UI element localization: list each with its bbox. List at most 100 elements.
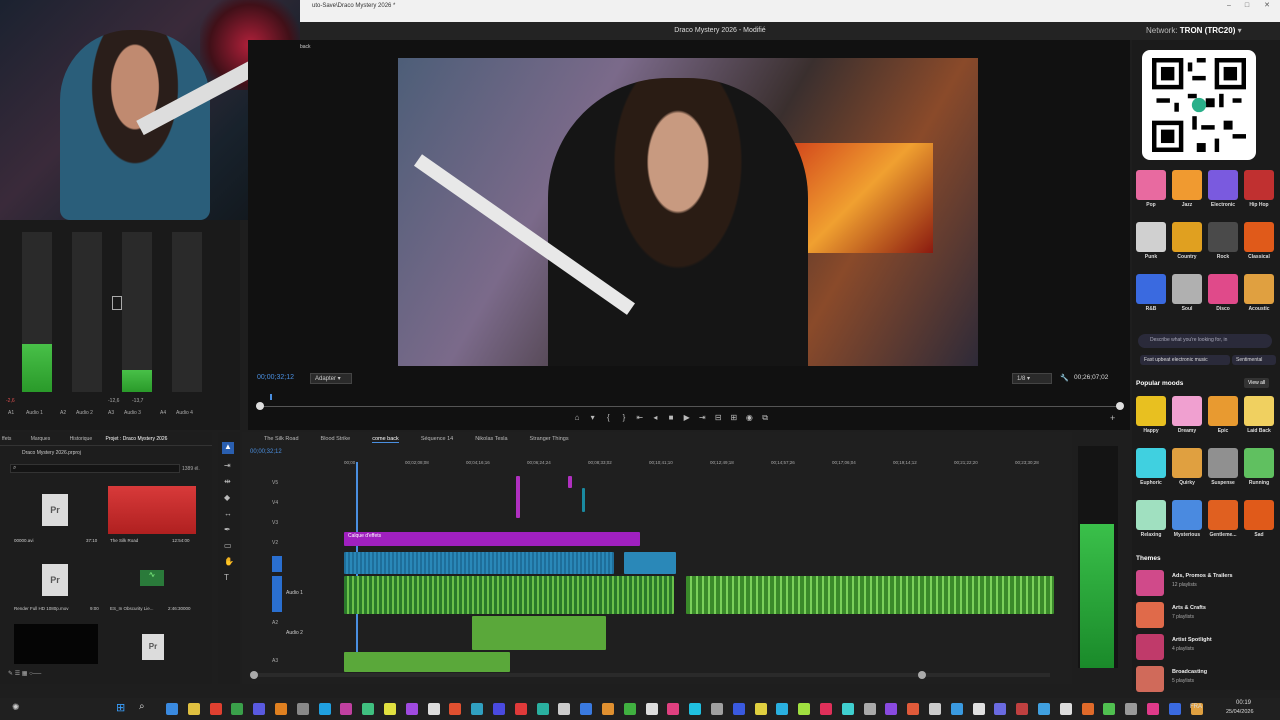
- theme-row[interactable]: Ads, Promos & Trailers 12 playlists: [1136, 568, 1276, 598]
- track-label[interactable]: V3: [272, 520, 278, 526]
- taskbar-app-icon[interactable]: [732, 703, 745, 715]
- genre-tile[interactable]: Pop: [1134, 170, 1168, 208]
- genre-tile[interactable]: Soul: [1170, 274, 1204, 312]
- taskbar-app-icon[interactable]: [754, 703, 767, 715]
- minimize-icon[interactable]: –: [1220, 0, 1238, 12]
- text-icon[interactable]: T: [224, 570, 234, 586]
- genre-tile[interactable]: Hip Hop: [1242, 170, 1276, 208]
- genre-tile[interactable]: Disco: [1206, 274, 1240, 312]
- maximize-icon[interactable]: □: [1238, 0, 1256, 12]
- sequence-tab[interactable]: come back: [372, 436, 399, 443]
- video-clip-v1[interactable]: [344, 552, 614, 574]
- taskbar-app-icon[interactable]: [514, 703, 527, 715]
- sequence-tab[interactable]: Blood Strike: [321, 436, 351, 442]
- taskbar-app-icon[interactable]: [602, 703, 614, 715]
- mood-search-input[interactable]: Describe what you're looking for, in: [1138, 334, 1272, 348]
- taskbar-app-icon[interactable]: [994, 703, 1007, 715]
- scrub-end-handle[interactable]: [1116, 402, 1124, 410]
- taskbar-app-icon[interactable]: [253, 703, 266, 715]
- thumbnail-silk-road[interactable]: [108, 486, 196, 534]
- taskbar-app-icon[interactable]: [187, 703, 200, 715]
- taskbar-app-icon[interactable]: [1103, 703, 1116, 715]
- slip-icon[interactable]: ↔: [224, 506, 234, 522]
- track-label[interactable]: V2: [272, 540, 278, 546]
- taskbar-app-icon[interactable]: [275, 703, 287, 715]
- taskbar-app-icon[interactable]: [711, 703, 723, 715]
- track-label[interactable]: V5: [272, 480, 278, 486]
- magenta-clip-2[interactable]: [568, 476, 572, 488]
- taskbar-app-icon[interactable]: [1168, 703, 1181, 715]
- taskbar-app-icon[interactable]: [558, 703, 571, 715]
- thumbnail-black[interactable]: [14, 624, 98, 664]
- network-selector[interactable]: Network: TRON (TRC20) ▾: [1140, 22, 1280, 40]
- audio-clip-a2[interactable]: [472, 616, 606, 650]
- pencil-icon[interactable]: ✎: [8, 671, 13, 677]
- taskbar-app-icon[interactable]: [493, 703, 505, 715]
- audio-clip-a3[interactable]: [344, 652, 510, 672]
- taskbar-app-icon[interactable]: [885, 703, 898, 715]
- popular-mood-tile[interactable]: Sad: [1242, 500, 1276, 538]
- genre-tile[interactable]: R&B: [1134, 274, 1168, 312]
- taskbar-app-icon[interactable]: [166, 703, 178, 715]
- file-icon[interactable]: Pr: [42, 494, 68, 526]
- genre-tile[interactable]: Acoustic: [1242, 274, 1276, 312]
- taskbar-app-icon[interactable]: [623, 703, 636, 715]
- mark-in-icon[interactable]: ▾: [586, 413, 600, 422]
- clock-time[interactable]: 00:19: [1236, 700, 1251, 706]
- monitor-timecode[interactable]: 00;00;32;12: [257, 374, 294, 381]
- tab-history[interactable]: Historique: [70, 436, 93, 442]
- taskbar-app-icon[interactable]: [340, 703, 353, 715]
- close-icon[interactable]: ✕: [1258, 0, 1276, 12]
- widgets-icon[interactable]: ✺: [12, 702, 20, 713]
- file-icon[interactable]: Pr: [142, 634, 164, 660]
- taskbar-app-icon[interactable]: [1059, 703, 1072, 715]
- taskbar-app-icon[interactable]: [689, 703, 702, 715]
- popular-mood-tile[interactable]: Dreamy: [1170, 396, 1204, 434]
- search-icon[interactable]: ⌕: [139, 701, 145, 712]
- popular-mood-tile[interactable]: Mysterious: [1170, 500, 1204, 538]
- taskbar-app-icon[interactable]: [580, 703, 593, 715]
- track-row[interactable]: V3: [242, 516, 1058, 532]
- taskbar-app-icon[interactable]: [1147, 703, 1159, 715]
- popular-mood-tile[interactable]: Euphoric: [1134, 448, 1168, 486]
- track-target[interactable]: [272, 576, 282, 612]
- popular-mood-tile[interactable]: Suspense: [1206, 448, 1240, 486]
- theme-row[interactable]: Arts & Crafts 7 playlists: [1136, 600, 1276, 630]
- fader-handle[interactable]: [112, 296, 122, 310]
- marker-icon[interactable]: ⌂: [570, 413, 584, 422]
- list-view-icon[interactable]: ☰: [15, 671, 20, 677]
- track-label[interactable]: A3: [272, 658, 278, 664]
- quality-dropdown[interactable]: 1/8 ▾: [1012, 373, 1052, 384]
- file-icon[interactable]: Pr: [42, 564, 68, 596]
- project-search-input[interactable]: ⌕: [10, 464, 180, 473]
- track-label[interactable]: A2: [272, 620, 278, 626]
- taskbar-app-icon[interactable]: [820, 703, 832, 715]
- timeline-ruler[interactable]: 00;00 00;02;08;08 00;04;16;16 00;06;24;24 00…: [344, 460, 1058, 470]
- genre-tile[interactable]: Jazz: [1170, 170, 1204, 208]
- play-icon[interactable]: ▶: [680, 413, 694, 422]
- taskbar-app-icon[interactable]: [798, 703, 811, 715]
- timeline-scrollbar[interactable]: [250, 671, 1050, 679]
- step-back-icon[interactable]: ◂: [648, 413, 662, 422]
- taskbar-app-icon[interactable]: [667, 703, 680, 715]
- add-button-icon[interactable]: +: [1110, 413, 1115, 423]
- popular-mood-tile[interactable]: Gentleme...: [1206, 500, 1240, 538]
- tab-effects[interactable]: ffets: [2, 436, 11, 442]
- popular-mood-tile[interactable]: Quirky: [1170, 448, 1204, 486]
- taskbar-app-icon[interactable]: [231, 703, 244, 715]
- icon-view-icon[interactable]: ▦: [22, 671, 28, 677]
- monitor-tab[interactable]: back: [300, 44, 311, 50]
- taskbar-app-icon[interactable]: [296, 703, 309, 715]
- fit-dropdown[interactable]: Adapter ▾: [310, 373, 352, 384]
- video-frame[interactable]: [398, 58, 978, 366]
- effects-clip[interactable]: [344, 532, 640, 546]
- sequence-tab[interactable]: The Silk Road: [264, 436, 299, 442]
- track-target[interactable]: [272, 556, 282, 572]
- taskbar-app-icon[interactable]: [950, 703, 963, 715]
- tab-markers[interactable]: Marques: [31, 436, 50, 442]
- taskbar-app-icon[interactable]: [471, 703, 484, 715]
- timeline-timecode[interactable]: 00;00;32;12: [250, 449, 282, 455]
- taskbar-app-icon[interactable]: [362, 703, 375, 715]
- taskbar-app-icon[interactable]: [972, 703, 985, 715]
- audio-clip-a1[interactable]: [344, 576, 674, 614]
